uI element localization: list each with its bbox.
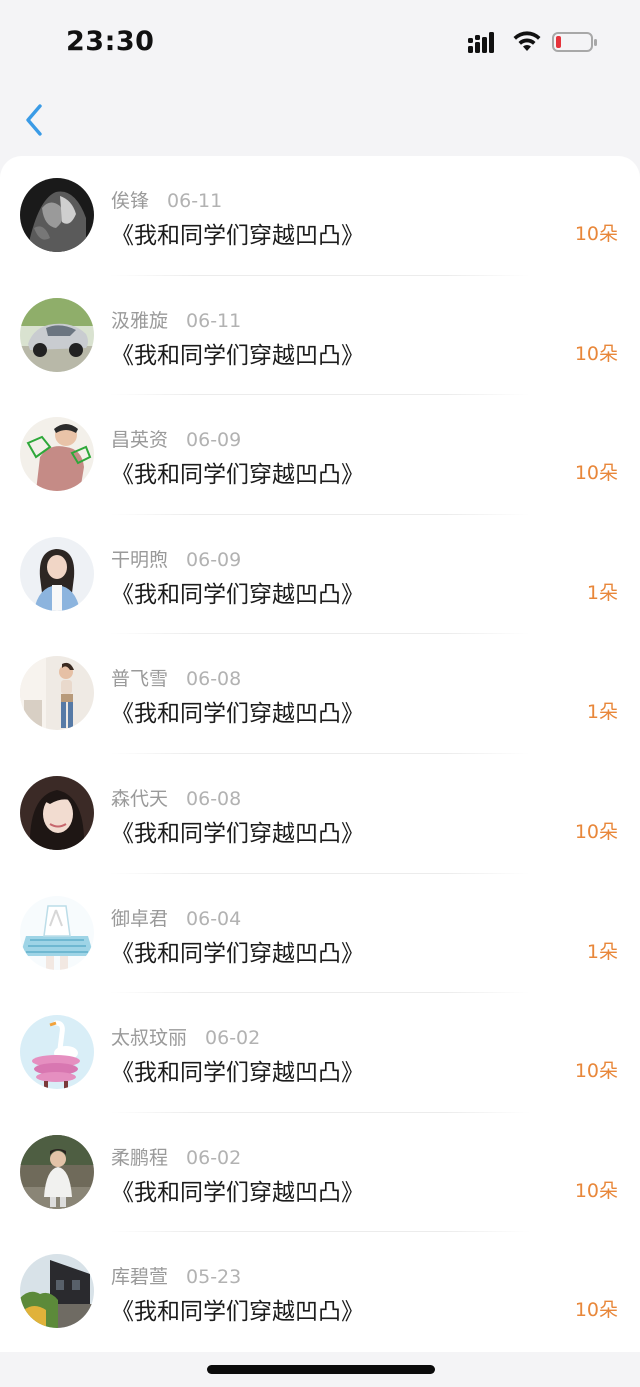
send-date: 06-11	[186, 309, 242, 332]
sender-name: 太叔玟丽	[111, 1027, 188, 1050]
work-title: 《我和同学们穿越凹凸》	[111, 462, 364, 489]
status-time: 23:30	[66, 26, 155, 57]
flower-count: 1朵	[586, 701, 618, 724]
gift-record-list: 俟锋 06-11 《我和同学们穿越凹凸》 10朵 汲雅旋 06-11 《我和同学们穿…	[0, 156, 640, 1352]
work-title: 《我和同学们穿越凹凸》	[111, 342, 364, 369]
back-button[interactable]	[18, 100, 52, 140]
flower-count: 10朵	[574, 1060, 618, 1083]
work-title: 《我和同学们穿越凹凸》	[111, 581, 364, 608]
work-title: 《我和同学们穿越凹凸》	[111, 701, 364, 728]
sender-meta: 普飞雪 06-08	[111, 664, 241, 691]
list-item[interactable]: 库碧萱 05-23 《我和同学们穿越凹凸》 10朵	[0, 1232, 640, 1352]
sender-meta: 干明煦 06-09	[111, 545, 241, 572]
list-item[interactable]: 俟锋 06-11 《我和同学们穿越凹凸》 10朵	[0, 156, 640, 276]
sender-name: 汲雅旋	[111, 309, 169, 332]
list-item[interactable]: 昌英资 06-09 《我和同学们穿越凹凸》 10朵	[0, 395, 640, 515]
flower-count: 10朵	[574, 1299, 618, 1322]
chevron-left-icon	[26, 104, 42, 136]
send-date: 06-11	[167, 190, 223, 212]
list-item[interactable]: 御卓君 06-04 《我和同学们穿越凹凸》 1朵	[0, 874, 640, 994]
send-date: 06-02	[205, 1027, 261, 1050]
flower-count: 10朵	[574, 820, 618, 843]
work-title: 《我和同学们穿越凹凸》	[111, 223, 364, 249]
avatar	[20, 178, 94, 252]
work-title: 《我和同学们穿越凹凸》	[111, 1179, 364, 1206]
sender-meta: 御卓君 06-04	[111, 904, 241, 931]
flower-count: 10朵	[574, 1179, 618, 1202]
sender-meta: 昌英资 06-09	[111, 425, 241, 452]
avatar	[20, 297, 94, 372]
sender-name: 柔鹏程	[111, 1146, 169, 1169]
flower-count: 1朵	[586, 581, 618, 604]
sender-meta: 汲雅旋 06-11	[111, 306, 241, 333]
work-title: 《我和同学们穿越凹凸》	[111, 940, 364, 967]
send-date: 06-02	[186, 1146, 242, 1169]
send-date: 06-08	[186, 787, 242, 810]
status-bar: 23:30	[0, 0, 640, 84]
list-item[interactable]: 普飞雪 06-08 《我和同学们穿越凹凸》 1朵	[0, 634, 640, 754]
home-area	[0, 1352, 640, 1387]
list-item[interactable]: 柔鹏程 06-02 《我和同学们穿越凹凸》 10朵	[0, 1113, 640, 1233]
work-title: 《我和同学们穿越凹凸》	[111, 1060, 364, 1087]
sender-meta: 库碧萱 05-23	[111, 1262, 241, 1289]
send-date: 05-23	[186, 1266, 242, 1289]
sender-meta: 俟锋 06-11	[111, 186, 222, 213]
send-date: 06-09	[186, 429, 242, 452]
wifi-icon	[513, 31, 541, 51]
list-item[interactable]: 干明煦 06-09 《我和同学们穿越凹凸》 1朵	[0, 515, 640, 635]
avatar	[20, 775, 94, 850]
list-item[interactable]: 森代天 06-08 《我和同学们穿越凹凸》 10朵	[0, 754, 640, 874]
work-title: 《我和同学们穿越凹凸》	[111, 820, 364, 847]
signal-icon	[468, 32, 494, 53]
sender-name: 库碧萱	[111, 1266, 169, 1289]
flower-count: 10朵	[574, 342, 618, 365]
avatar	[20, 536, 94, 611]
battery-low-icon	[552, 32, 597, 52]
avatar	[20, 895, 94, 970]
flower-count: 1朵	[586, 940, 618, 963]
send-date: 06-08	[186, 668, 242, 691]
sender-meta: 森代天 06-08	[111, 784, 241, 811]
avatar	[20, 1015, 94, 1090]
sender-name: 俟锋	[111, 190, 150, 212]
sender-name: 森代天	[111, 787, 169, 810]
sender-name: 普飞雪	[111, 668, 169, 691]
sender-name: 昌英资	[111, 429, 169, 452]
flower-count: 10朵	[574, 223, 618, 245]
send-date: 06-09	[186, 548, 242, 571]
list-item[interactable]: 太叔玟丽 06-02 《我和同学们穿越凹凸》 10朵	[0, 993, 640, 1113]
sender-meta: 柔鹏程 06-02	[111, 1143, 241, 1170]
home-indicator[interactable]	[207, 1365, 435, 1374]
sender-name: 御卓君	[111, 907, 169, 930]
send-date: 06-04	[186, 907, 242, 930]
avatar	[20, 1134, 94, 1209]
flower-count: 10朵	[574, 462, 618, 485]
nav-bar	[0, 84, 640, 156]
work-title: 《我和同学们穿越凹凸》	[111, 1299, 364, 1326]
avatar	[20, 656, 94, 731]
avatar	[20, 417, 94, 492]
list-item[interactable]: 汲雅旋 06-11 《我和同学们穿越凹凸》 10朵	[0, 276, 640, 396]
sender-name: 干明煦	[111, 548, 169, 571]
sender-meta: 太叔玟丽 06-02	[111, 1023, 260, 1050]
avatar	[20, 1254, 94, 1329]
